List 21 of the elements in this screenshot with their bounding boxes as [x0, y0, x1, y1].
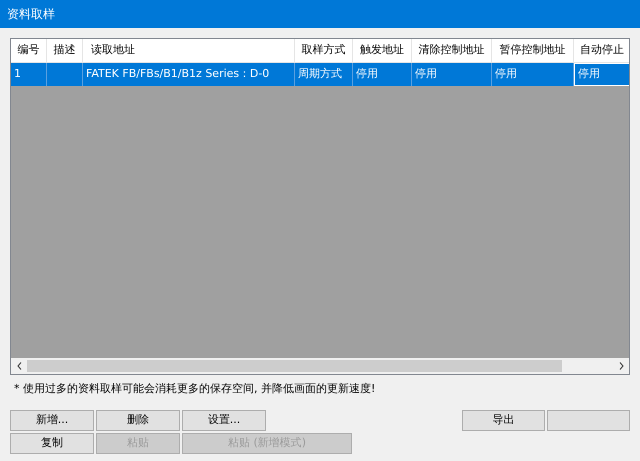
action-button[interactable]: 设置...	[182, 410, 266, 430]
window-title: 资料取样	[7, 6, 55, 23]
scroll-right-icon[interactable]	[618, 362, 624, 370]
table-row[interactable]: 1 FATEK FB/FBs/B1/B1z Series : D-0 周期方式 停用 停用 停用 停用	[11, 63, 629, 86]
scrollbar-thumb[interactable]	[27, 360, 562, 372]
action-button[interactable]: 导出	[462, 410, 545, 430]
action-button[interactable]	[547, 410, 630, 430]
scroll-left-icon[interactable]	[16, 362, 22, 370]
table-cell-text: FATEK FB/FBs/B1/B1z Series : D-0	[86, 66, 270, 82]
table-cell-text: 停用	[495, 66, 517, 82]
action-button[interactable]: 复制	[10, 432, 94, 454]
action-button[interactable]: 新增...	[10, 410, 94, 430]
note-text: * 使用过多的资料取样可能会消耗更多的保存空间, 并降低画面的更新速度!	[14, 381, 376, 397]
table-cell-text: 停用	[415, 66, 437, 82]
action-button[interactable]: 删除	[96, 410, 180, 430]
column-header[interactable]: 自动停止	[574, 39, 629, 63]
table-cell-text: 停用	[578, 66, 600, 82]
horizontal-scrollbar[interactable]	[11, 358, 629, 374]
table-cell-text: 停用	[356, 66, 378, 82]
table-cell-text: 周期方式	[298, 66, 342, 82]
table-cell-text: 1	[14, 66, 21, 82]
